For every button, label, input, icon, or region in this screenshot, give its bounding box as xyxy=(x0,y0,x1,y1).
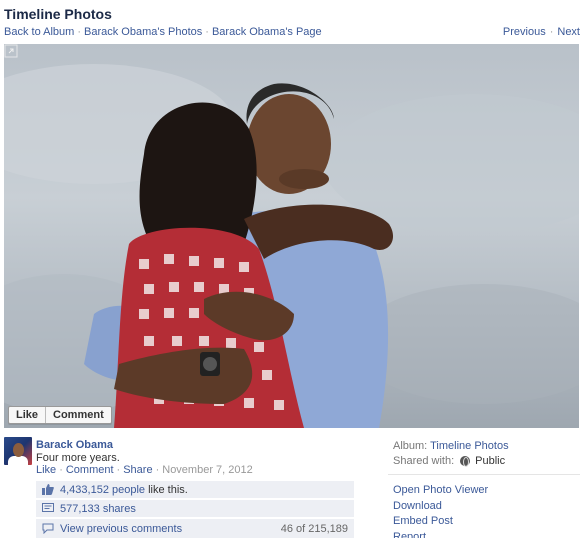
share-icon xyxy=(42,503,54,512)
meta-separator: · xyxy=(116,464,121,476)
album-info: Album: Timeline Photos xyxy=(393,440,509,452)
share-link[interactable]: Share xyxy=(123,464,152,476)
comment-link[interactable]: Comment xyxy=(66,464,114,476)
avatar[interactable] xyxy=(4,437,32,465)
breadcrumb: Back to Album · Barack Obama's Photos · Bara… xyxy=(4,26,322,38)
meta-separator: · xyxy=(59,464,63,476)
view-previous-comments-link[interactable]: View previous comments xyxy=(60,523,182,535)
photo-actions: Open Photo Viewer Download Embed Post Re… xyxy=(393,483,488,538)
sidebar-divider xyxy=(388,474,580,475)
post-author-link[interactable]: Barack Obama xyxy=(36,439,113,451)
view-previous-wrap: View previous comments xyxy=(42,523,182,535)
privacy-value[interactable]: Public xyxy=(475,455,505,467)
back-to-album-link[interactable]: Back to Album xyxy=(4,26,74,38)
photo-comment-button[interactable]: Comment xyxy=(45,407,111,423)
report-link[interactable]: Report xyxy=(393,530,488,538)
photo-pager: Previous · Next xyxy=(497,26,580,38)
pager-separator: · xyxy=(549,26,554,38)
meta-separator: · xyxy=(155,464,160,476)
album-label: Album: xyxy=(393,440,428,452)
like-link[interactable]: Like xyxy=(36,464,56,476)
post-date[interactable]: November 7, 2012 xyxy=(162,464,253,476)
privacy-info: Shared with: Public xyxy=(393,455,505,467)
open-photo-viewer-link[interactable]: Open Photo Viewer xyxy=(393,483,488,499)
shares-link[interactable]: 577,133 shares xyxy=(60,503,136,515)
owner-photos-link[interactable]: Barack Obama's Photos xyxy=(84,26,202,38)
photo-illustration xyxy=(4,64,579,428)
globe-icon xyxy=(460,456,471,467)
breadcrumb-separator: · xyxy=(205,26,209,38)
comments-pager-row: View previous comments 46 of 215,189 xyxy=(36,519,354,538)
avatar-face xyxy=(13,443,24,457)
comment-bubble-icon xyxy=(42,523,54,534)
comment-count: 46 of 215,189 xyxy=(280,522,348,535)
album-link[interactable]: Timeline Photos xyxy=(430,440,508,452)
main-photo[interactable] xyxy=(4,44,579,428)
photo-like-button[interactable]: Like xyxy=(9,407,45,423)
download-link[interactable]: Download xyxy=(393,499,488,515)
post-meta: Like · Comment · Share · November 7, 2012 xyxy=(36,464,253,476)
previous-photo-link[interactable]: Previous xyxy=(503,26,546,38)
breadcrumb-separator: · xyxy=(77,26,81,38)
post-caption: Four more years. xyxy=(36,452,120,464)
next-photo-link[interactable]: Next xyxy=(557,26,580,38)
likes-suffix: like this. xyxy=(148,483,188,496)
likes-row: 4,433,152 people like this. xyxy=(36,481,354,498)
photo-like-comment-bar: Like Comment xyxy=(8,406,112,424)
expand-icon[interactable] xyxy=(4,44,18,58)
shares-row: 577,133 shares xyxy=(36,500,354,517)
avatar-shirt xyxy=(8,456,28,465)
shared-with-label: Shared with: xyxy=(393,455,455,467)
embed-post-link[interactable]: Embed Post xyxy=(393,514,488,530)
likers-link[interactable]: 4,433,152 people xyxy=(60,484,145,496)
thumbs-up-icon xyxy=(42,484,54,495)
owner-page-link[interactable]: Barack Obama's Page xyxy=(212,26,322,38)
page-title: Timeline Photos xyxy=(4,6,112,22)
